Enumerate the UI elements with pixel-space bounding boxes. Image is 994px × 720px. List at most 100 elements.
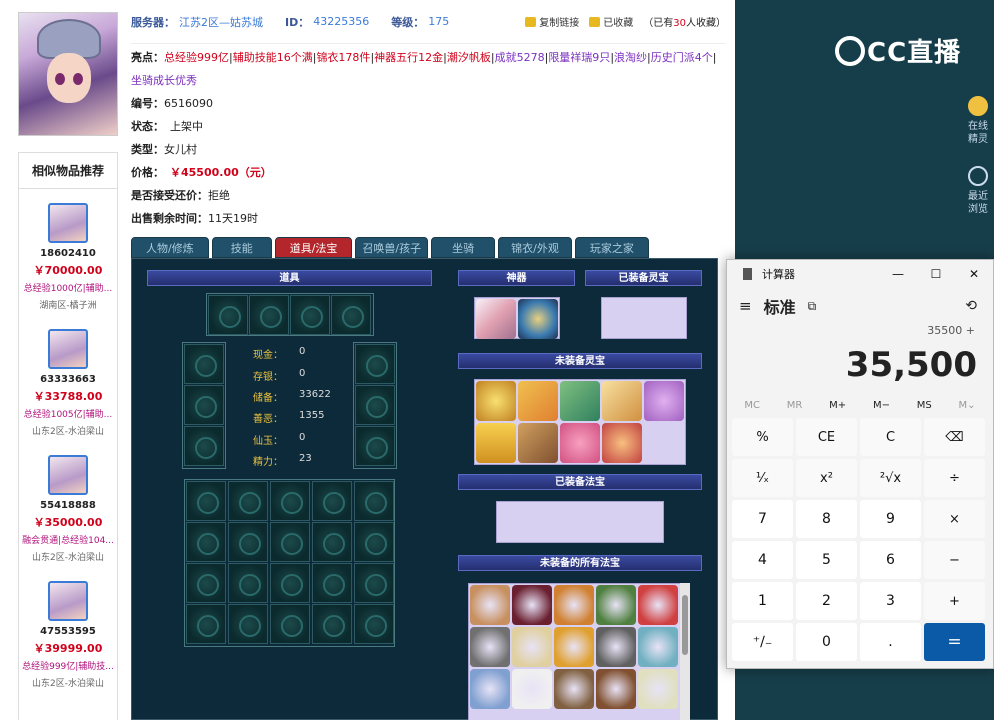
treasure-item[interactable] xyxy=(512,669,552,709)
tab-home[interactable]: 玩家之家 xyxy=(574,237,649,258)
tab-character[interactable]: 人物/修炼 xyxy=(131,237,209,258)
spirit-item[interactable] xyxy=(602,423,642,463)
menu-icon[interactable]: ≡ xyxy=(739,297,752,315)
equip-slot[interactable] xyxy=(184,426,224,466)
inventory-slot[interactable] xyxy=(228,522,268,562)
spirit-item[interactable] xyxy=(602,381,642,421)
tab-skills[interactable]: 技能 xyxy=(211,237,272,258)
favorite-button[interactable]: 已收藏 xyxy=(589,14,633,29)
equip-slot[interactable] xyxy=(290,295,330,335)
equals-key[interactable]: = xyxy=(924,623,985,661)
treasure-item[interactable] xyxy=(470,585,510,625)
equip-slot[interactable] xyxy=(355,385,395,425)
similar-item[interactable]: 47553595 ￥39999.00 总经验999亿|辅助技... 山东2区-水… xyxy=(19,567,117,693)
treasure-item[interactable] xyxy=(596,627,636,667)
equip-slot[interactable] xyxy=(355,426,395,466)
sqrt-key[interactable]: ²√x xyxy=(860,459,921,497)
mem-subtract[interactable]: M− xyxy=(873,400,890,411)
inventory-slot[interactable] xyxy=(186,604,226,644)
mem-recall[interactable]: MR xyxy=(787,400,803,411)
digit-1-key[interactable]: 1 xyxy=(732,582,793,620)
spirit-item[interactable] xyxy=(644,381,684,421)
inventory-slot[interactable] xyxy=(228,481,268,521)
digit-6-key[interactable]: 6 xyxy=(860,541,921,579)
equip-slot[interactable] xyxy=(184,385,224,425)
similar-item[interactable]: 55418888 ￥35000.00 融会贯通|总经验104... 山东2区-水… xyxy=(19,441,117,567)
inventory-slot[interactable] xyxy=(312,604,352,644)
artifact-item[interactable] xyxy=(518,299,558,339)
tab-mount[interactable]: 坐骑 xyxy=(431,237,496,258)
inventory-slot[interactable] xyxy=(228,604,268,644)
treasure-item[interactable] xyxy=(470,669,510,709)
digit-5-key[interactable]: 5 xyxy=(796,541,857,579)
treasure-item[interactable] xyxy=(470,627,510,667)
inventory-slot[interactable] xyxy=(186,563,226,603)
artifact-item[interactable] xyxy=(476,299,516,339)
spirit-item[interactable] xyxy=(560,423,600,463)
inventory-slot[interactable] xyxy=(354,481,394,521)
spirit-item[interactable] xyxy=(560,381,600,421)
mem-clear[interactable]: MC xyxy=(744,400,760,411)
treasure-scrollbar[interactable] xyxy=(680,583,690,720)
spirit-item[interactable] xyxy=(476,423,516,463)
calculator-titlebar[interactable]: 计算器 — ☐ ✕ xyxy=(727,260,993,288)
treasure-item[interactable] xyxy=(554,585,594,625)
digit-9-key[interactable]: 9 xyxy=(860,500,921,538)
inventory-slot[interactable] xyxy=(270,481,310,521)
clear-entry-key[interactable]: CE xyxy=(796,418,857,456)
equip-slot[interactable] xyxy=(355,344,395,384)
tab-items[interactable]: 道具/法宝 xyxy=(274,237,353,258)
treasure-item[interactable] xyxy=(554,627,594,667)
inventory-slot[interactable] xyxy=(312,481,352,521)
similar-avatar[interactable] xyxy=(48,455,88,495)
negate-key[interactable]: ⁺∕₋ xyxy=(732,623,793,661)
inventory-slot[interactable] xyxy=(228,563,268,603)
digit-0-key[interactable]: 0 xyxy=(796,623,857,661)
keep-on-top-icon[interactable]: ⧉ xyxy=(808,299,817,314)
copy-link-button[interactable]: 复制链接 xyxy=(525,14,579,29)
backspace-key[interactable]: ⌫ xyxy=(924,418,985,456)
divide-key[interactable]: ÷ xyxy=(924,459,985,497)
treasure-item[interactable] xyxy=(638,585,678,625)
recent-browse-button[interactable]: 最近 浏览 xyxy=(962,160,994,230)
inventory-slot[interactable] xyxy=(354,522,394,562)
inventory-slot[interactable] xyxy=(186,522,226,562)
inventory-slot[interactable] xyxy=(270,522,310,562)
treasure-item[interactable] xyxy=(596,585,636,625)
reciprocal-key[interactable]: ¹⁄ₓ xyxy=(732,459,793,497)
square-key[interactable]: x² xyxy=(796,459,857,497)
spirit-item[interactable] xyxy=(518,423,558,463)
inventory-slot[interactable] xyxy=(312,563,352,603)
equip-slot[interactable] xyxy=(208,295,248,335)
treasure-item[interactable] xyxy=(512,627,552,667)
decimal-key[interactable]: . xyxy=(860,623,921,661)
inventory-slot[interactable] xyxy=(312,522,352,562)
close-button[interactable]: ✕ xyxy=(955,267,993,281)
digit-2-key[interactable]: 2 xyxy=(796,582,857,620)
plus-key[interactable]: + xyxy=(924,582,985,620)
treasure-item[interactable] xyxy=(638,669,678,709)
equip-slot[interactable] xyxy=(249,295,289,335)
minus-key[interactable]: − xyxy=(924,541,985,579)
clear-key[interactable]: C xyxy=(860,418,921,456)
treasure-item[interactable] xyxy=(638,627,678,667)
percent-key[interactable]: % xyxy=(732,418,793,456)
maximize-button[interactable]: ☐ xyxy=(917,267,955,281)
multiply-key[interactable]: × xyxy=(924,500,985,538)
mem-list[interactable]: M⌄ xyxy=(959,400,976,411)
treasure-item[interactable] xyxy=(512,585,552,625)
treasure-item[interactable] xyxy=(554,669,594,709)
mem-store[interactable]: MS xyxy=(917,400,932,411)
similar-item[interactable]: 63333663 ￥33788.00 总经验1005亿|辅助... 山东2区-水… xyxy=(19,315,117,441)
inventory-slot[interactable] xyxy=(354,604,394,644)
digit-3-key[interactable]: 3 xyxy=(860,582,921,620)
inventory-slot[interactable] xyxy=(270,563,310,603)
digit-7-key[interactable]: 7 xyxy=(732,500,793,538)
similar-avatar[interactable] xyxy=(48,581,88,621)
minimize-button[interactable]: — xyxy=(879,267,917,281)
equip-slot[interactable] xyxy=(184,344,224,384)
history-icon[interactable]: ⟲ xyxy=(965,298,977,314)
digit-4-key[interactable]: 4 xyxy=(732,541,793,579)
treasure-item[interactable] xyxy=(596,669,636,709)
online-sprite-button[interactable]: 在线 精灵 xyxy=(962,90,994,160)
